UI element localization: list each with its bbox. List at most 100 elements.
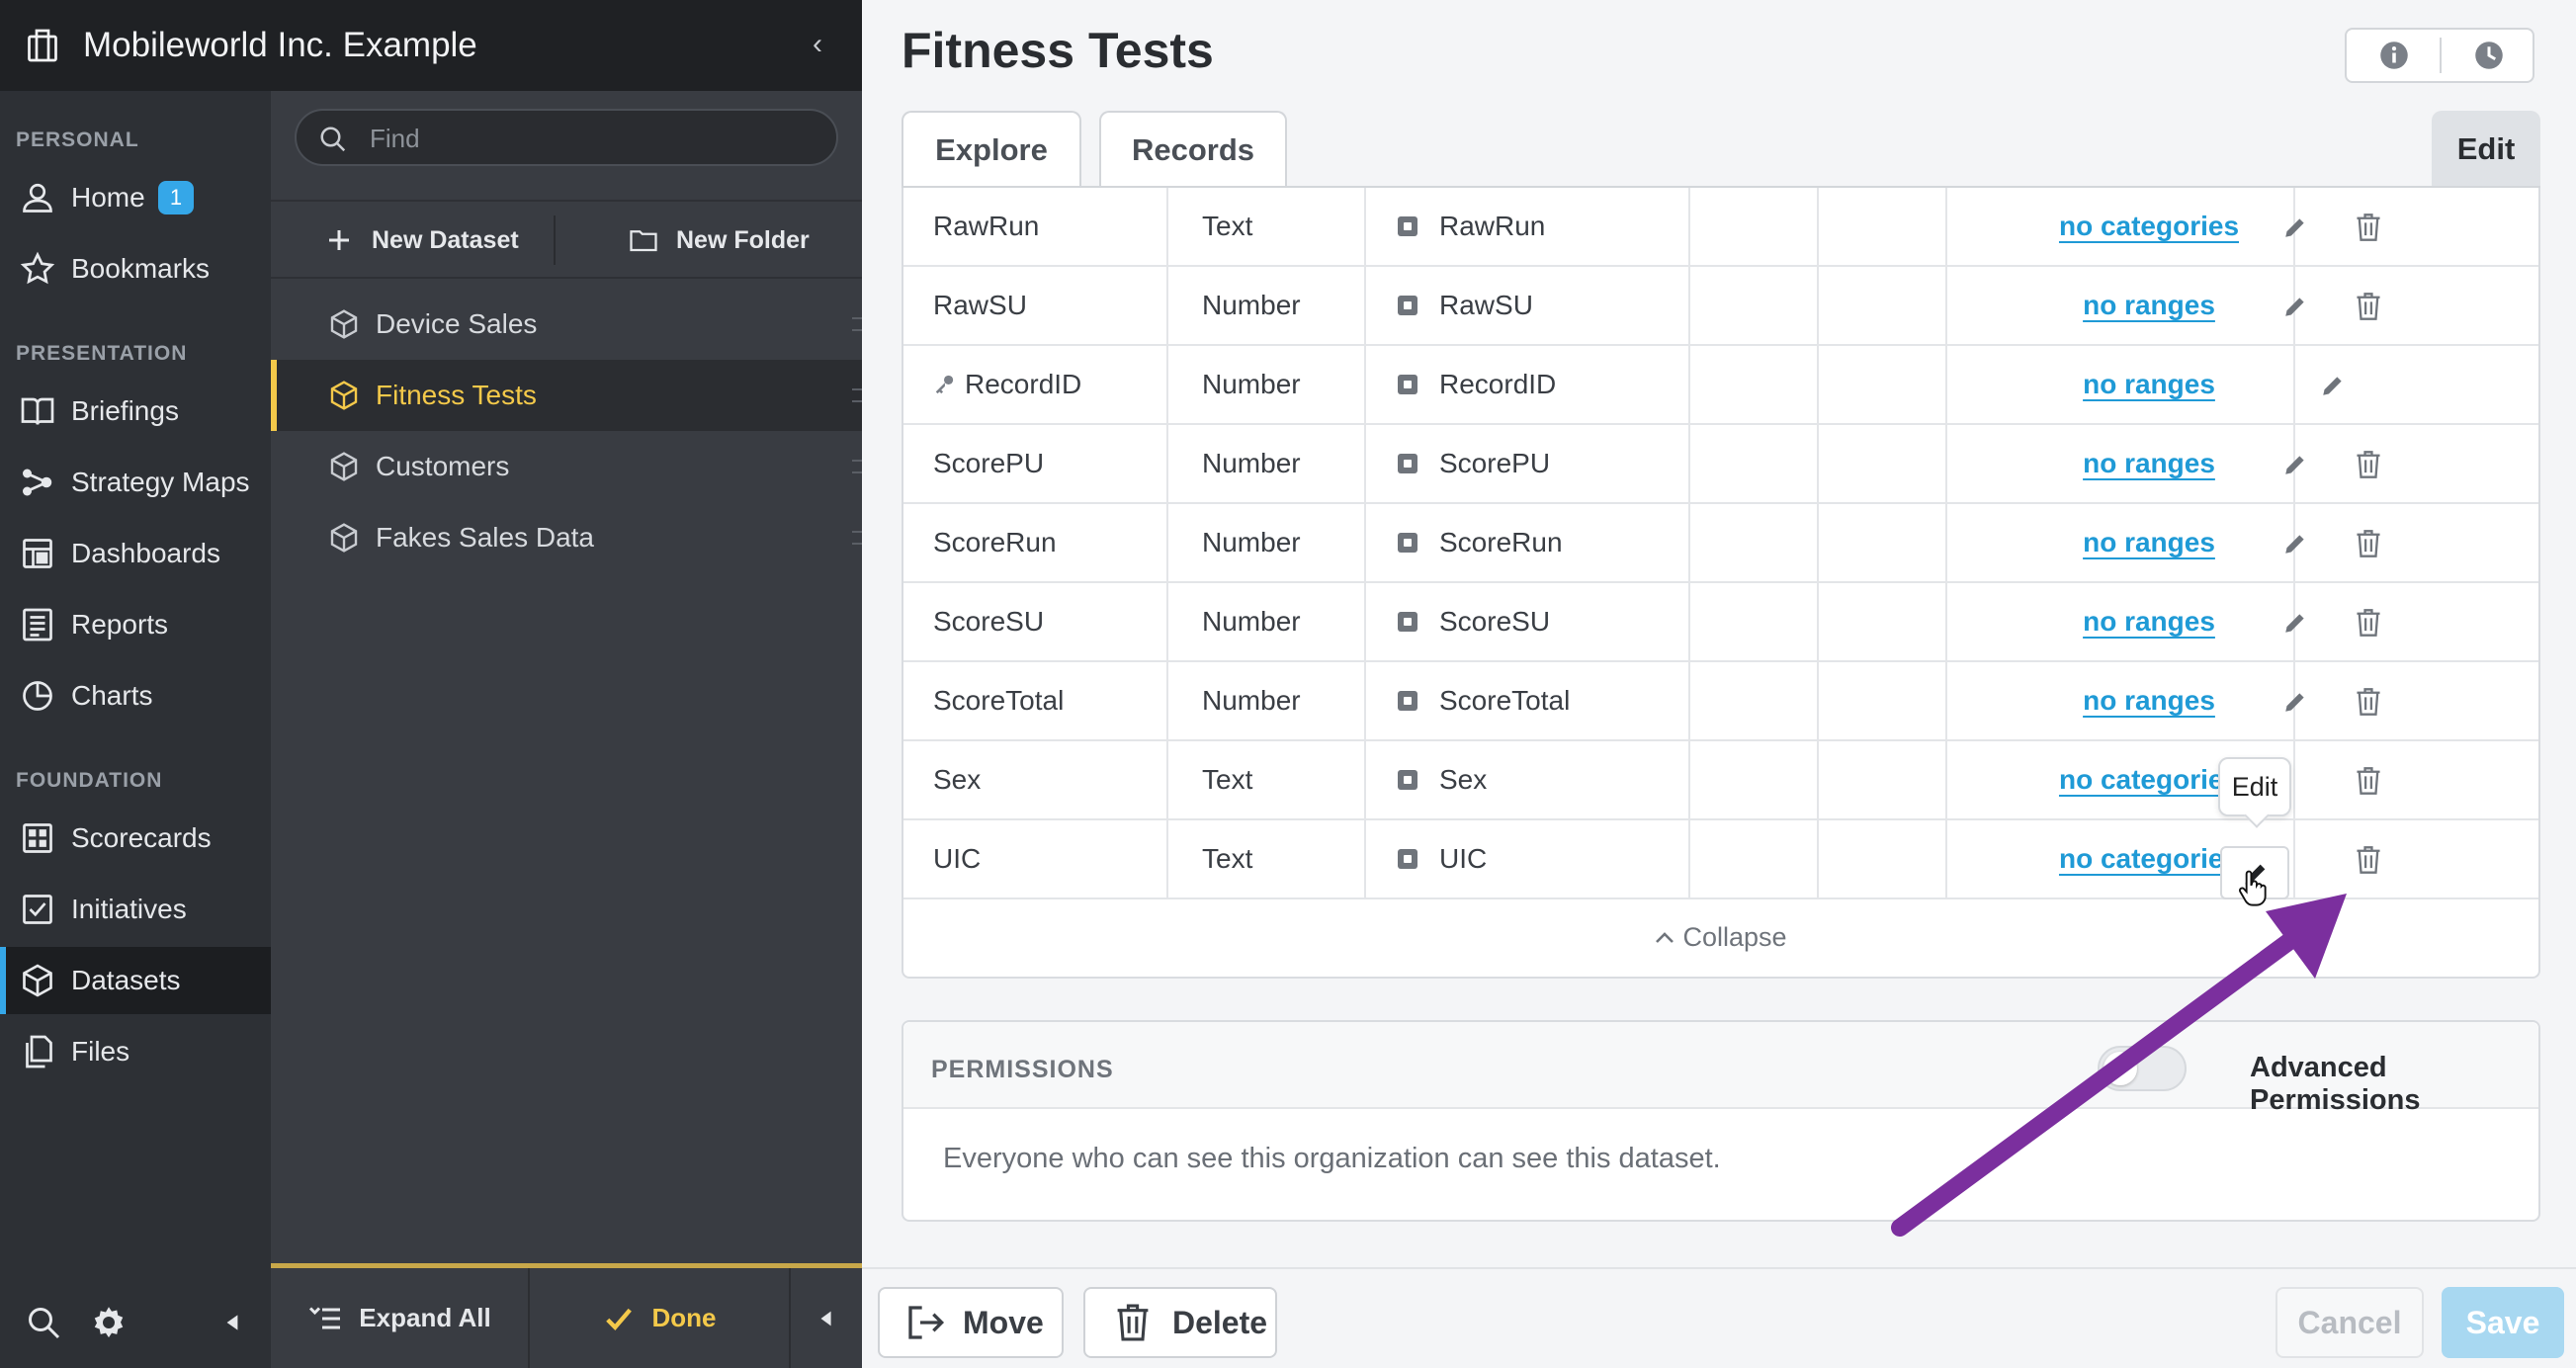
nav-item-reports[interactable]: Reports <box>0 591 271 658</box>
nav-item-strategy-maps[interactable]: Strategy Maps <box>0 449 271 516</box>
gear-icon[interactable] <box>91 1305 127 1340</box>
mapping-link[interactable]: no ranges <box>2001 267 2297 344</box>
edit-field-button[interactable] <box>2275 208 2315 247</box>
divider <box>1945 267 1947 344</box>
divider <box>1817 188 1819 265</box>
cube-icon <box>23 964 52 997</box>
divider <box>1364 662 1366 739</box>
org-name[interactable]: Mobileworld Inc. Example <box>83 26 477 65</box>
advanced-permissions-label: Advanced Permissions <box>2250 1052 2421 1116</box>
column-icon <box>1398 612 1417 632</box>
nav-item-initiatives[interactable]: Initiatives <box>0 876 271 943</box>
field-column: UIC <box>1439 843 1488 874</box>
drag-handle-icon[interactable] <box>852 531 862 545</box>
field-column: RawRun <box>1439 211 1546 241</box>
mapping-link[interactable]: no categories <box>2001 188 2297 265</box>
tab-edit[interactable]: Edit <box>2432 111 2540 188</box>
drag-handle-icon[interactable] <box>852 317 862 331</box>
divider <box>1688 504 1690 581</box>
nav-item-files[interactable]: Files <box>0 1018 271 1085</box>
save-button[interactable]: Save <box>2442 1287 2564 1358</box>
divider <box>1945 662 1947 739</box>
nav-item-datasets[interactable]: Datasets <box>0 947 271 1014</box>
move-button[interactable]: Move <box>878 1287 1064 1358</box>
dataset-item-fitness-tests[interactable]: Fitness Tests <box>271 360 862 431</box>
divider <box>1945 346 1947 423</box>
delete-field-button[interactable] <box>2349 524 2388 563</box>
info-history-group <box>2345 28 2534 83</box>
divider <box>1364 741 1366 818</box>
edit-field-button[interactable] <box>2313 366 2353 405</box>
chevron-up-icon <box>1656 932 1674 943</box>
drag-handle-icon[interactable] <box>852 388 862 402</box>
delete-button[interactable]: Delete <box>1083 1287 1277 1358</box>
mapping-link[interactable]: no ranges <box>2001 504 2297 581</box>
report-icon <box>23 608 52 641</box>
drag-handle-icon[interactable] <box>852 460 862 473</box>
table-row: ScorePU Number ScorePU no ranges <box>903 425 2538 504</box>
nav-item-label: Files <box>71 1036 130 1067</box>
tab-records[interactable]: Records <box>1099 111 1287 188</box>
nav-item-charts[interactable]: Charts <box>0 662 271 729</box>
cancel-button[interactable]: Cancel <box>2275 1287 2424 1358</box>
edit-field-button[interactable] <box>2275 445 2315 484</box>
column-icon <box>1398 770 1417 790</box>
edit-field-button[interactable] <box>2275 287 2315 326</box>
dataset-item-customers[interactable]: Customers <box>271 431 862 502</box>
history-button[interactable] <box>2442 30 2535 81</box>
tab-explore[interactable]: Explore <box>902 111 1081 188</box>
nav-section-presentation: PRESENTATION <box>16 342 188 365</box>
done-label: Done <box>651 1303 717 1332</box>
mapping-link[interactable]: no ranges <box>2001 346 2297 423</box>
nav-item-dashboards[interactable]: Dashboards <box>0 520 271 587</box>
move-label: Move <box>963 1304 1044 1340</box>
delete-field-button[interactable] <box>2349 603 2388 642</box>
edit-field-button[interactable] <box>2275 682 2315 722</box>
mapping-link[interactable]: no ranges <box>2001 662 2297 739</box>
star-icon <box>20 251 55 285</box>
mapping-link[interactable]: no ranges <box>2001 425 2297 502</box>
nav-item-label: Datasets <box>71 965 181 995</box>
edit-field-button-hovered[interactable] <box>2220 846 2289 906</box>
delete-field-button[interactable] <box>2349 761 2388 801</box>
collapse-nav-icon[interactable] <box>219 1305 245 1340</box>
advanced-permissions-toggle[interactable] <box>2098 1046 2187 1091</box>
edit-field-button[interactable] <box>2275 603 2315 642</box>
collapse-panel-button[interactable] <box>791 1268 862 1368</box>
nav-item-bookmarks[interactable]: Bookmarks <box>0 235 271 302</box>
cube-icon <box>330 381 358 410</box>
chevron-left-icon[interactable]: ‹ <box>813 28 822 61</box>
divider <box>1364 346 1366 423</box>
new-folder-button[interactable]: New Folder <box>629 202 810 279</box>
delete-field-button[interactable] <box>2349 840 2388 880</box>
dataset-item-device-sales[interactable]: Device Sales <box>271 289 862 360</box>
search-input[interactable] <box>370 121 805 156</box>
info-button[interactable] <box>2347 30 2441 81</box>
dataset-item-fakes-sales-data[interactable]: Fakes Sales Data <box>271 502 862 573</box>
expand-all-label: Expand All <box>359 1303 491 1332</box>
delete-field-button[interactable] <box>2349 445 2388 484</box>
divider <box>1817 504 1819 581</box>
trash-icon <box>2357 214 2380 241</box>
main-navigation: PERSONAL Home 1 Bookmarks PRESENTATION B… <box>0 0 271 1368</box>
nav-item-home[interactable]: Home 1 <box>0 164 271 231</box>
mapping-link[interactable]: no ranges <box>2001 583 2297 660</box>
nav-item-briefings[interactable]: Briefings <box>0 378 271 445</box>
done-button[interactable]: Done <box>530 1268 789 1368</box>
trash-icon <box>2357 767 2380 795</box>
new-dataset-button[interactable]: New Dataset <box>324 202 519 279</box>
expand-tree-icon <box>309 1306 341 1328</box>
field-type: Number <box>1202 527 1301 557</box>
delete-field-button[interactable] <box>2349 682 2388 722</box>
search-box[interactable] <box>295 109 838 166</box>
expand-all-button[interactable]: Expand All <box>271 1268 528 1368</box>
search-icon[interactable] <box>26 1305 61 1340</box>
edit-field-button[interactable] <box>2275 524 2315 563</box>
cube-icon <box>330 309 358 339</box>
nav-item-scorecards[interactable]: Scorecards <box>0 805 271 872</box>
dataset-label: Fitness Tests <box>376 380 537 410</box>
delete-field-button[interactable] <box>2349 208 2388 247</box>
delete-field-button[interactable] <box>2349 287 2388 326</box>
divider <box>1688 346 1690 423</box>
collapse-button[interactable]: Collapse <box>903 899 2538 975</box>
